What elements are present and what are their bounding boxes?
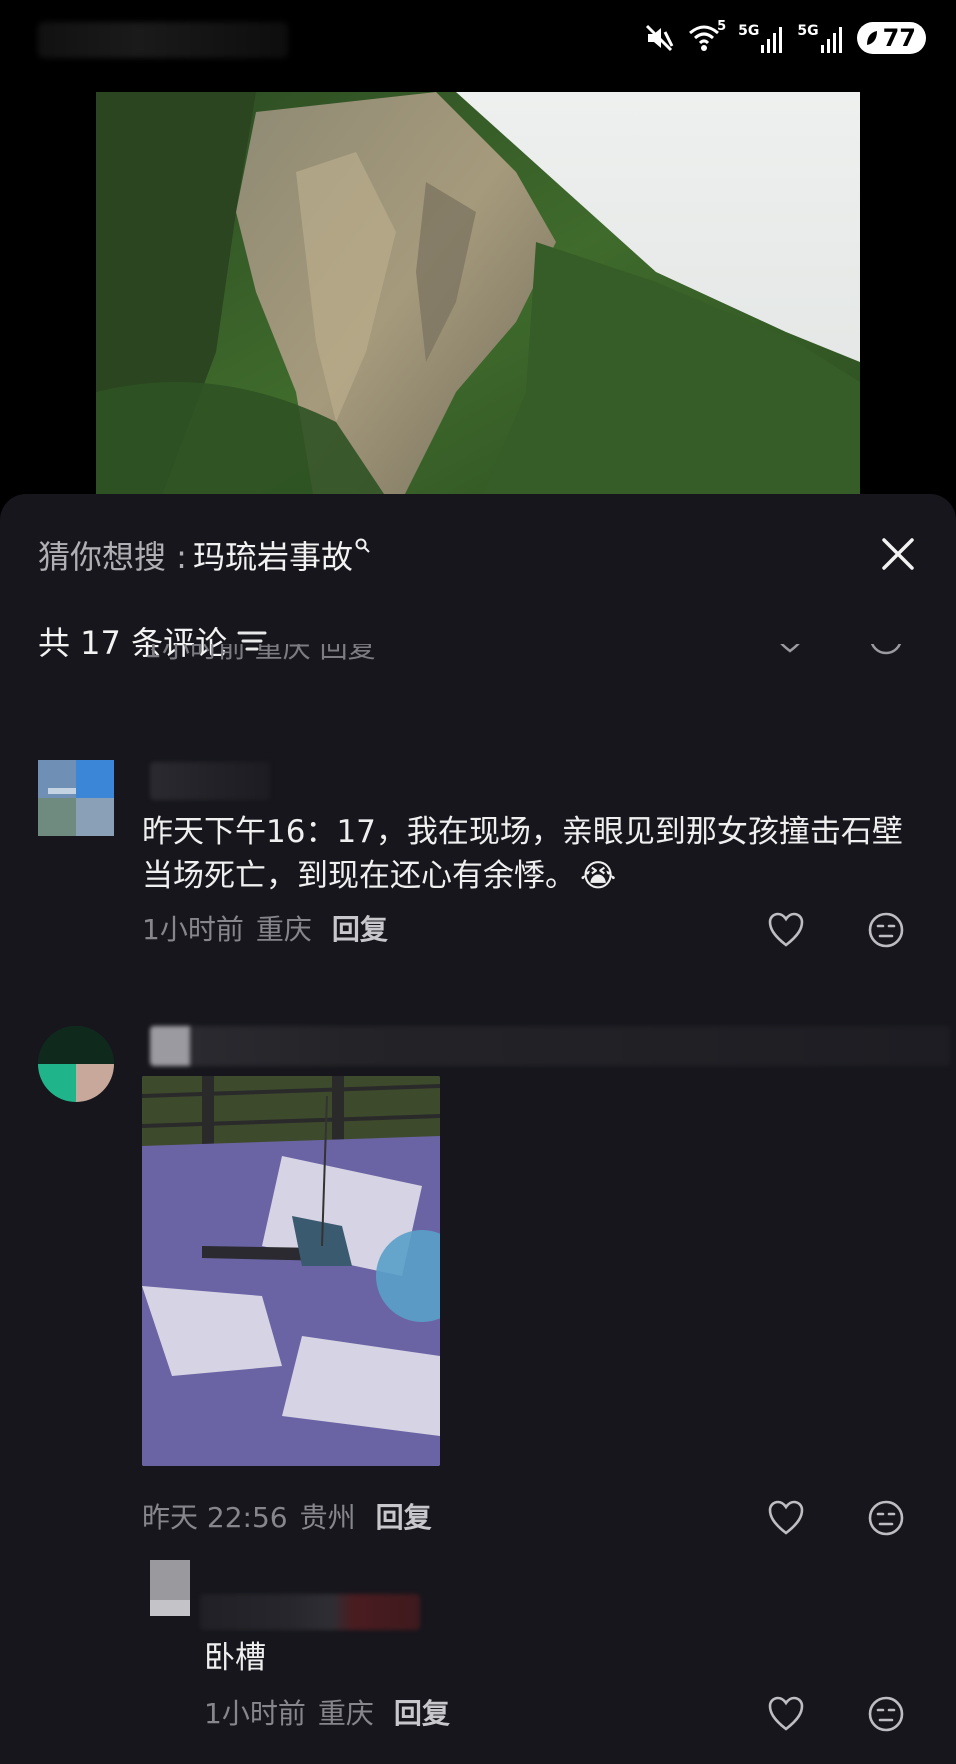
close-icon[interactable] <box>878 534 918 574</box>
crying-emoji: 😭 <box>580 858 617 894</box>
signal-5g-icon-2: 5G <box>797 23 842 53</box>
signal-5g-icon-1: 5G <box>738 23 783 53</box>
comment-meta: 1小时前 重庆 回复 <box>204 1692 450 1732</box>
comment-meta: 1小时前 重庆 回复 <box>142 908 388 948</box>
comment-location: 重庆 <box>317 1697 374 1730</box>
avatar[interactable] <box>150 1560 190 1616</box>
comment-sheet: 猜你想搜 : 玛琉岩事故 共 17 条评论 1小时前 重庆 回复 昨天下午16：… <box>0 494 956 1764</box>
reply-button[interactable]: 回复 <box>332 908 388 948</box>
avatar[interactable] <box>38 760 114 836</box>
dislike-icon-clipped <box>870 644 902 655</box>
reply-button[interactable]: 回复 <box>376 1496 432 1536</box>
battery-leaf-icon <box>866 31 877 45</box>
like-icon[interactable] <box>766 1694 806 1734</box>
search-icon <box>355 538 370 553</box>
reply-text: 卧槽 <box>204 1640 266 1676</box>
comment-time: 昨天 22:56 <box>142 1501 288 1534</box>
comment-image[interactable] <box>142 1076 440 1466</box>
comment-location: 重庆 <box>255 913 312 946</box>
comment-meta: 昨天 22:56 贵州 回复 <box>142 1496 432 1536</box>
wifi-icon: 5 <box>688 19 726 53</box>
battery-level: 77 <box>882 24 916 52</box>
search-suggestion[interactable]: 猜你想搜 : 玛琉岩事故 <box>38 532 371 578</box>
like-icon[interactable] <box>766 1498 806 1538</box>
wifi-badge: 5 <box>717 19 727 34</box>
clipped-previous-meta: 1小时前 重庆 回复 <box>0 644 956 668</box>
comment-text: 昨天下午16：17，我在现场，亲眼见到那女孩撞击石壁当场死亡，到现在还心有余悸。… <box>142 810 912 898</box>
status-bar: 5 5G 5G 77 <box>0 0 956 80</box>
status-left-blurred <box>38 22 288 58</box>
username-blurred[interactable] <box>150 1026 950 1066</box>
comment-time: 1小时前 <box>142 913 244 946</box>
like-icon-clipped <box>780 644 800 653</box>
suggestion-prefix: 猜你想搜 : <box>38 538 187 576</box>
screen: 5 5G 5G 77 猜你想搜: 玛琉岩事故 共 17 条评论 1小时前 重庆… <box>0 0 956 1764</box>
like-icon[interactable] <box>766 910 806 950</box>
video-player[interactable] <box>96 92 860 512</box>
username-blurred[interactable] <box>150 762 270 800</box>
comment-time: 1小时前 <box>204 1697 306 1730</box>
avatar[interactable] <box>38 1026 114 1102</box>
reply-button[interactable]: 回复 <box>394 1692 450 1732</box>
comment-body: 昨天下午16：17，我在现场，亲眼见到那女孩撞击石壁当场死亡，到现在还心有余悸。 <box>142 814 903 894</box>
dislike-icon[interactable] <box>866 910 906 950</box>
username-blurred[interactable] <box>200 1594 420 1630</box>
dislike-icon[interactable] <box>866 1498 906 1538</box>
status-icons: 5 5G 5G 77 <box>644 19 926 54</box>
suggestion-query[interactable]: 玛琉岩事故 <box>193 532 353 578</box>
comment-location: 贵州 <box>299 1501 356 1534</box>
dislike-icon[interactable] <box>866 1694 906 1734</box>
mute-icon <box>646 24 674 52</box>
battery-indicator: 77 <box>856 22 926 54</box>
